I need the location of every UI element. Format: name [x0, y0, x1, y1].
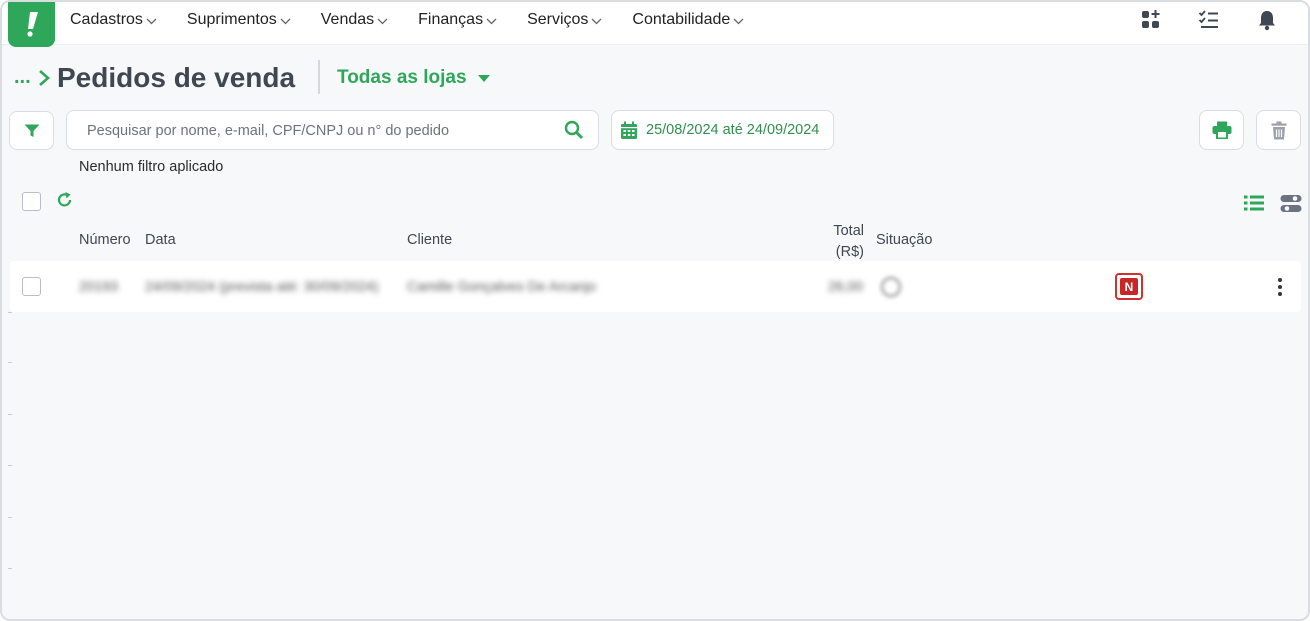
menu-financas[interactable]: Finanças	[418, 11, 497, 29]
date-range-label: 25/08/2024 até 24/09/2024	[646, 122, 820, 138]
chevron-down-icon	[486, 18, 497, 24]
title-divider	[318, 60, 320, 94]
column-header-data[interactable]: Data	[145, 232, 176, 248]
breadcrumb-ellipsis: ...	[14, 66, 31, 88]
search-box	[66, 110, 599, 150]
search-icon[interactable]	[564, 120, 584, 140]
menu-label: Serviços	[527, 11, 589, 28]
calendar-icon	[621, 121, 637, 139]
main-menu: Cadastros Suprimentos Vendas Finanças Se…	[70, 11, 774, 29]
list-view-icon[interactable]	[1244, 195, 1264, 211]
menu-label: Finanças	[418, 11, 484, 28]
chevron-down-icon	[280, 18, 291, 24]
nfe-badge[interactable]: N	[1115, 273, 1143, 300]
date-range-picker[interactable]: 25/08/2024 até 24/09/2024	[611, 110, 834, 150]
filter-status: Nenhum filtro aplicado	[79, 159, 224, 175]
nfe-badge-label: N	[1120, 278, 1138, 295]
store-selector-label: Todas as lojas	[337, 67, 467, 88]
cell-total: 26,00	[827, 278, 863, 294]
column-header-total[interactable]: Total (R$)	[802, 221, 864, 263]
menu-label: Contabilidade	[632, 11, 731, 28]
row-checkbox[interactable]	[22, 277, 41, 296]
row-more-options-icon[interactable]	[1272, 276, 1288, 298]
checklist-icon[interactable]	[1198, 9, 1220, 31]
chevron-down-icon	[591, 18, 602, 24]
print-button[interactable]	[1199, 110, 1244, 150]
store-selector[interactable]: Todas as lojas	[337, 67, 491, 89]
scroll-ticks	[8, 312, 12, 612]
table-row[interactable]: 20193 24/09/2024 (prevista até: 30/09/20…	[10, 261, 1301, 312]
search-input[interactable]	[87, 120, 547, 142]
column-header-situacao[interactable]: Situação	[876, 232, 932, 248]
cell-cliente: Camille Gonçalves De Arcanjo	[407, 278, 597, 294]
top-navbar: Cadastros Suprimentos Vendas Finanças Se…	[2, 2, 1308, 47]
toggle-columns-icon[interactable]	[1280, 194, 1302, 213]
menu-vendas[interactable]: Vendas	[321, 11, 388, 29]
trash-icon	[1271, 121, 1286, 139]
delete-button[interactable]	[1256, 110, 1301, 150]
menu-suprimentos[interactable]: Suprimentos	[187, 11, 291, 29]
page-title: Pedidos de venda	[57, 62, 296, 93]
column-header-numero[interactable]: Número	[79, 232, 131, 248]
app-logo[interactable]	[8, 2, 55, 47]
funnel-icon	[24, 124, 39, 137]
logo-exclamation-icon	[26, 11, 38, 37]
breadcrumb[interactable]: ...	[14, 66, 51, 89]
chevron-down-icon	[146, 18, 157, 24]
caret-down-icon	[477, 74, 490, 82]
printer-icon	[1212, 121, 1231, 139]
chevron-right-icon	[38, 69, 50, 86]
refresh-icon[interactable]	[57, 191, 73, 208]
chevron-down-icon	[377, 18, 388, 24]
menu-servicos[interactable]: Serviços	[527, 11, 602, 29]
situacao-status-icon	[881, 277, 901, 297]
nav-actions	[1140, 9, 1278, 31]
app-window: Cadastros Suprimentos Vendas Finanças Se…	[0, 0, 1310, 621]
bell-icon[interactable]	[1256, 9, 1278, 31]
menu-label: Suprimentos	[186, 11, 277, 28]
apps-add-icon[interactable]	[1140, 9, 1162, 31]
select-all-checkbox[interactable]	[22, 192, 41, 211]
chevron-down-icon	[733, 18, 744, 24]
menu-contabilidade[interactable]: Contabilidade	[632, 11, 744, 29]
cell-data: 24/09/2024 (prevista até: 30/09/2024)	[145, 278, 379, 294]
filter-button[interactable]	[9, 111, 54, 150]
menu-label: Vendas	[320, 11, 375, 28]
menu-cadastros[interactable]: Cadastros	[70, 11, 157, 29]
menu-label: Cadastros	[70, 11, 143, 28]
cell-numero: 20193	[79, 278, 118, 294]
column-header-cliente[interactable]: Cliente	[407, 232, 452, 248]
